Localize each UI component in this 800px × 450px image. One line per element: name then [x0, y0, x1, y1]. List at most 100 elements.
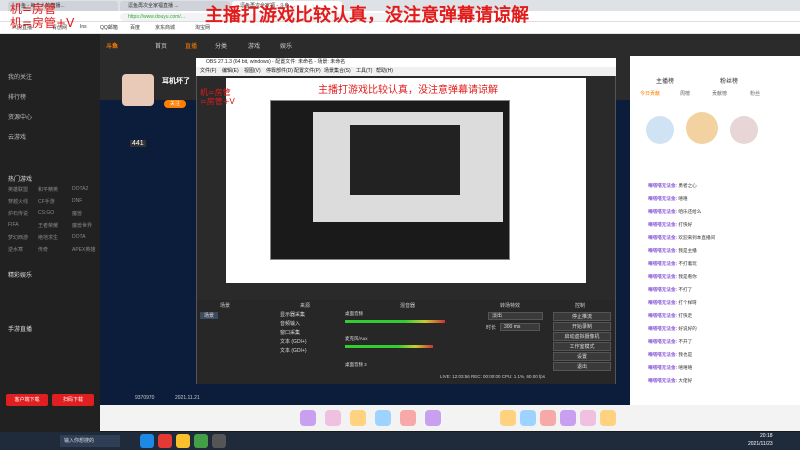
- taskbar-app-icon[interactable]: [194, 434, 208, 448]
- mixer-track-label: 麦克风/Aux: [345, 336, 368, 341]
- game-link[interactable]: 魔兽世界: [72, 222, 92, 229]
- client-download-button[interactable]: 客户端下载: [6, 394, 48, 406]
- obs-menu-item[interactable]: 视图(V): [244, 67, 261, 76]
- game-link[interactable]: 和平精英: [38, 186, 58, 193]
- nav-item[interactable]: 娱乐: [280, 41, 292, 50]
- chat-tab[interactable]: 粉丝榜: [720, 76, 738, 85]
- source-item[interactable]: 文本 (GDI+): [280, 338, 307, 345]
- game-link[interactable]: 魔兽: [72, 210, 82, 217]
- game-link[interactable]: DOTA2: [72, 186, 88, 192]
- game-link[interactable]: 绝地求生: [38, 234, 58, 241]
- audio-meter: [345, 345, 433, 348]
- gift-icon[interactable]: [520, 410, 536, 426]
- game-link[interactable]: APEX英雄: [72, 246, 95, 253]
- chat-tab[interactable]: 主播榜: [656, 76, 674, 85]
- game-link[interactable]: DNF: [72, 198, 82, 204]
- nav-item[interactable]: 首页: [155, 41, 167, 50]
- obs-title-bar: OBS 27.1.3 (64 bit, windows) - 配置文件: 未命名…: [196, 58, 616, 67]
- game-link[interactable]: 英雄联盟: [8, 186, 28, 193]
- obs-menu-item[interactable]: 帮助(H): [376, 67, 393, 76]
- bookmark[interactable]: 百度: [130, 24, 140, 31]
- gift-icon[interactable]: [300, 410, 316, 426]
- bookmark[interactable]: QQ邮箱: [100, 24, 118, 31]
- duration-input[interactable]: 300 ms: [500, 323, 540, 331]
- studio-mode-button[interactable]: 工作室模式: [553, 342, 611, 351]
- taskbar-app-icon[interactable]: [212, 434, 226, 448]
- taskbar-search[interactable]: 输入你想搜的: [60, 435, 120, 447]
- source-item[interactable]: 文本 (GDI+): [280, 347, 307, 354]
- sidebar-item-rank[interactable]: 排行榜: [8, 92, 26, 101]
- chat-message: 嘀嗒嗒无法金: 我是主播: [648, 248, 697, 253]
- gift-icon[interactable]: [540, 410, 556, 426]
- game-link[interactable]: CS:GO: [38, 210, 54, 216]
- source-item[interactable]: 音频输入: [280, 320, 300, 327]
- scan-download-button[interactable]: 扫码下载: [52, 394, 94, 406]
- game-link[interactable]: 逆水寒: [8, 246, 23, 253]
- sidebar-item-resources[interactable]: 资源中心: [8, 112, 32, 121]
- room-date: 2021.11.21: [175, 395, 200, 401]
- chat-message: 嘀嗒嗒无法金: 好说好的: [648, 326, 697, 331]
- bookmark[interactable]: Ins: [80, 24, 87, 30]
- nav-item[interactable]: 游戏: [248, 41, 260, 50]
- site-logo[interactable]: 斗鱼: [106, 41, 118, 50]
- exit-button[interactable]: 退出: [553, 362, 611, 371]
- chat-message: 嘀嗒嗒无法金: 咱乐还给么: [648, 209, 702, 214]
- game-link[interactable]: 传奇: [38, 246, 48, 253]
- gift-icon[interactable]: [580, 410, 596, 426]
- scene-item[interactable]: 场景: [200, 312, 219, 319]
- game-link[interactable]: 梦幻西游: [8, 234, 28, 241]
- start-record-button[interactable]: 开始录制: [553, 322, 611, 331]
- chat-subtab[interactable]: 贡献榜: [712, 90, 727, 97]
- obs-menu-item[interactable]: 文件(F): [200, 67, 216, 76]
- chat-subtab[interactable]: 今日贡献: [640, 90, 660, 97]
- settings-button[interactable]: 设置: [553, 352, 611, 361]
- gift-icon[interactable]: [425, 410, 441, 426]
- taskbar-app-icon[interactable]: [176, 434, 190, 448]
- chat-subtab[interactable]: 周榜: [680, 90, 690, 97]
- sidebar-item-follow[interactable]: 我的关注: [8, 72, 32, 81]
- gift-icon[interactable]: [400, 410, 416, 426]
- taskbar-app-icon[interactable]: [140, 434, 154, 448]
- taskbar-app-icon[interactable]: [158, 434, 172, 448]
- gift-icon[interactable]: [325, 410, 341, 426]
- follow-button[interactable]: 关注: [164, 100, 186, 108]
- bookmark[interactable]: 京东商城: [155, 24, 175, 31]
- overlay-notice-inner: 主播打游戏比较认真，没注意弹幕请谅解: [318, 85, 498, 96]
- top-fan-avatar[interactable]: [646, 116, 674, 144]
- nav-item[interactable]: 直播: [185, 41, 197, 50]
- transition-select[interactable]: 淡出: [488, 312, 543, 320]
- obs-menu-item[interactable]: 配置文件(P): [294, 67, 321, 76]
- top-fan-avatar[interactable]: [686, 112, 718, 144]
- game-link[interactable]: DOTA: [72, 234, 86, 240]
- game-link[interactable]: 王者荣耀: [38, 222, 58, 229]
- gift-icon[interactable]: [500, 410, 516, 426]
- nav-item[interactable]: 分类: [215, 41, 227, 50]
- game-link[interactable]: 炉石传说: [8, 210, 28, 217]
- obs-menu-item[interactable]: 停靠部件(D): [266, 67, 293, 76]
- source-item[interactable]: 显示器采集: [280, 311, 305, 318]
- gift-icon[interactable]: [350, 410, 366, 426]
- source-item[interactable]: 窗口采集: [280, 329, 300, 336]
- game-link[interactable]: 穿越火线: [8, 198, 28, 205]
- gift-icon[interactable]: [375, 410, 391, 426]
- sidebar-item-cloud-game[interactable]: 云游戏: [8, 132, 26, 141]
- gift-bar: [100, 405, 800, 431]
- obs-menu-item[interactable]: 工具(T): [356, 67, 372, 76]
- gift-icon[interactable]: [600, 410, 616, 426]
- chat-message: 嘀嗒嗒无法金: 嘻嘻嘻: [648, 365, 693, 370]
- chat-message: 嘀嗒嗒无法金: 大佬好: [648, 378, 693, 383]
- game-link[interactable]: FIFA: [8, 222, 19, 228]
- chat-message: 嘀嗒嗒无法金: 不开了: [648, 339, 693, 344]
- gift-icon[interactable]: [560, 410, 576, 426]
- virtual-camera-button[interactable]: 启动虚拟摄像机: [553, 332, 611, 341]
- sidebar-section-title: 手游直播: [8, 327, 33, 333]
- streamer-avatar[interactable]: [122, 74, 154, 106]
- stop-stream-button[interactable]: 停止推流: [553, 312, 611, 321]
- obs-menu-item[interactable]: 场景集合(S): [324, 67, 351, 76]
- overlay-role-line: 机=房管+V: [10, 16, 75, 30]
- obs-menu-item[interactable]: 编辑(E): [222, 67, 239, 76]
- top-fan-avatar[interactable]: [730, 116, 758, 144]
- chat-subtab[interactable]: 粉丝: [750, 90, 760, 97]
- obs-status-bar: LIVE: 12:03:56 REC: 00:00:00 CPU: 1.1%, …: [440, 374, 546, 379]
- game-link[interactable]: CF手游: [38, 198, 55, 205]
